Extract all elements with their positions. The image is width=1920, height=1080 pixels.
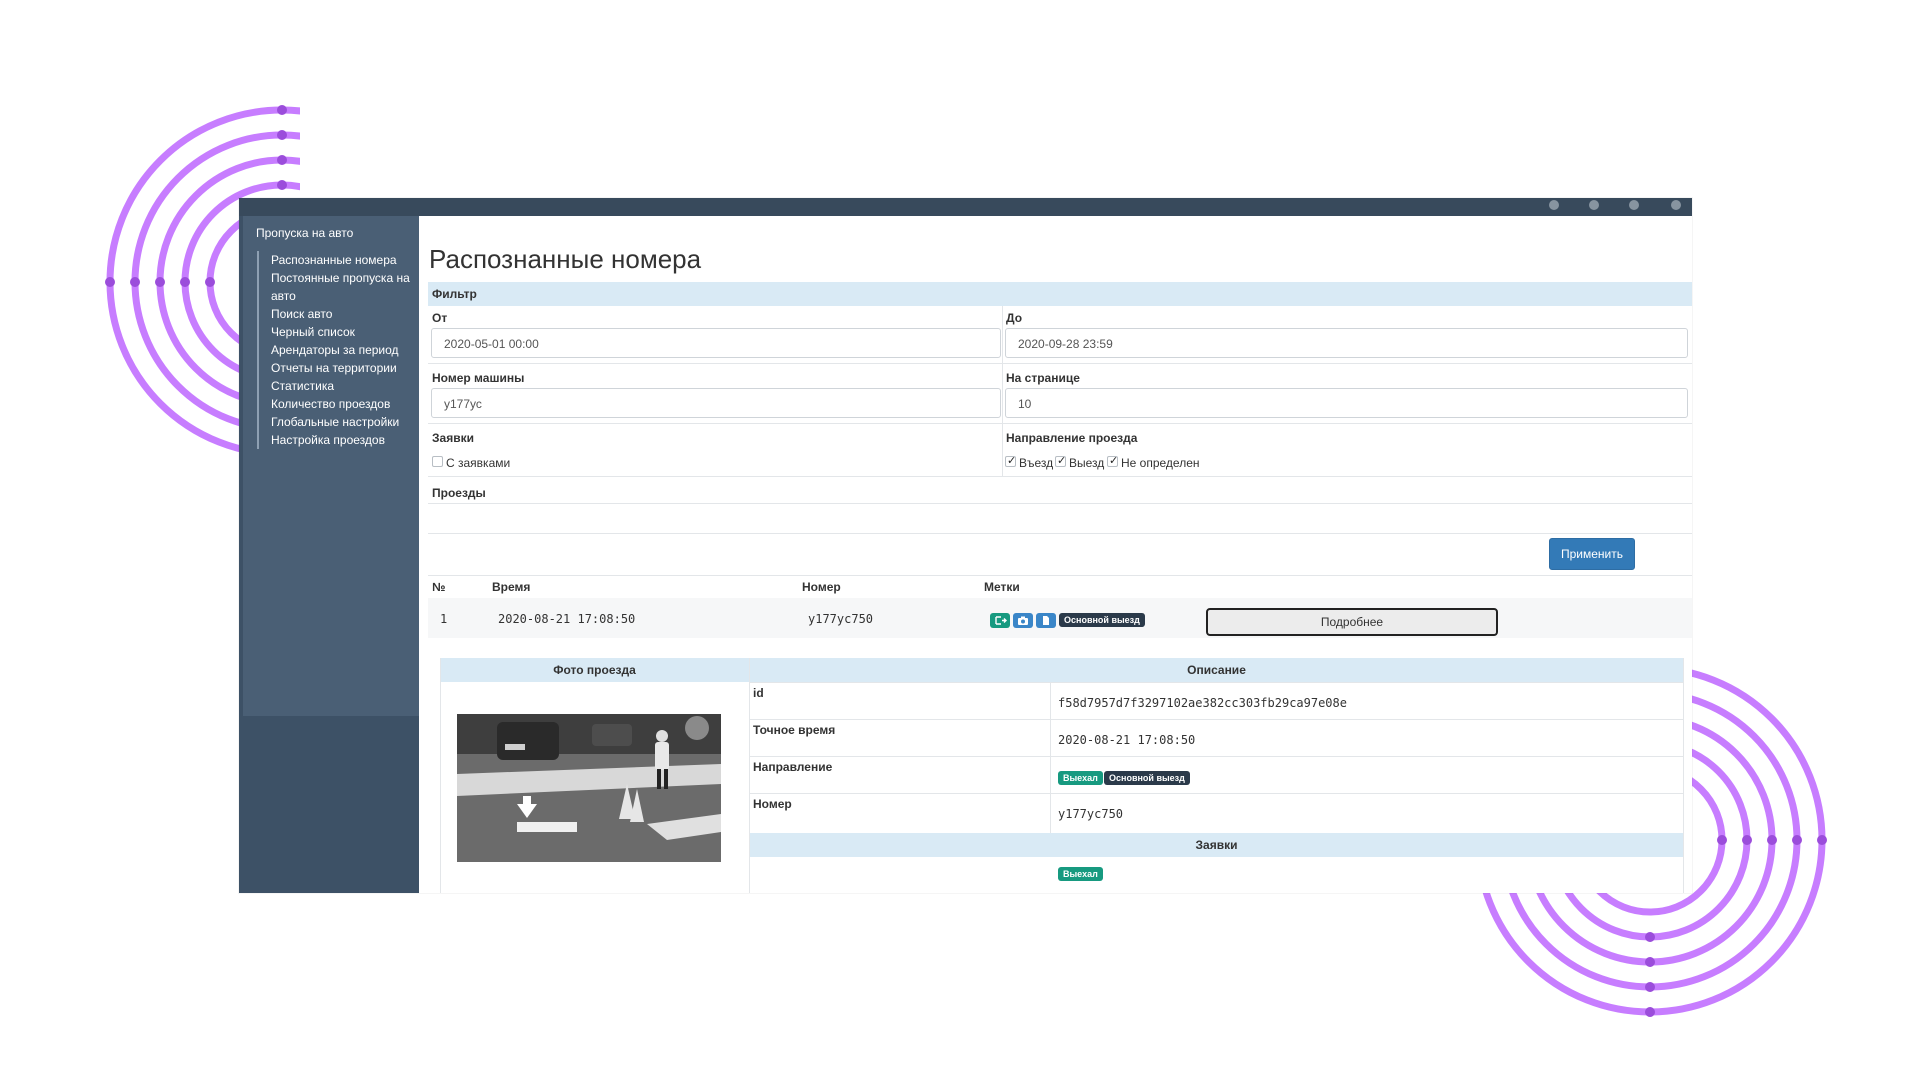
requests-label: Заявки (432, 431, 474, 445)
exit-icon (990, 613, 1010, 628)
sidebar-title[interactable]: Пропуска на авто (256, 226, 353, 240)
detail-key-direction: Направление (753, 760, 833, 774)
column-header-time: Время (492, 580, 531, 594)
photo-column-header: Фото проезда (440, 658, 749, 682)
divider (428, 423, 1692, 424)
to-label: До (1006, 311, 1023, 325)
main-exit-badge: Основной выезд (1059, 613, 1145, 627)
from-date-input[interactable]: 2020-05-01 00:00 (431, 328, 1001, 358)
top-navbar (239, 198, 1692, 216)
divider (440, 658, 441, 893)
detail-key-id: id (753, 686, 764, 700)
bell-icon[interactable] (1549, 200, 1559, 210)
sidebar-panel: Пропуска на авто Распознанные номера Пос… (243, 216, 419, 716)
plate-input[interactable]: у177ус (431, 388, 1001, 418)
plate-label: Номер машины (432, 371, 525, 385)
undefined-direction-label: Не определен (1121, 456, 1200, 470)
app-window: Пропуска на авто Распознанные номера Пос… (239, 198, 1692, 893)
divider (750, 793, 1683, 794)
column-header-tags: Метки (984, 580, 1020, 594)
detail-key-plate: Номер (753, 797, 792, 811)
divider (750, 719, 1683, 720)
main-content: Распознанные номера Фильтр От 2020-05-01… (419, 216, 1692, 893)
page-title: Распознанные номера (429, 244, 702, 274)
exit-checkbox[interactable] (1055, 454, 1066, 467)
row-time: 2020-08-21 17:08:50 (498, 612, 636, 626)
with-requests-label: С заявками (446, 456, 511, 470)
power-icon[interactable] (1671, 200, 1681, 210)
entry-checkbox[interactable] (1005, 454, 1016, 467)
divider (1002, 306, 1003, 476)
settings-icon[interactable] (1629, 200, 1639, 210)
exit-label: Выезд (1069, 456, 1105, 470)
divider (750, 682, 1683, 683)
from-label: От (432, 311, 448, 325)
divider (1050, 682, 1051, 857)
direction-label: Направление проезда (1006, 431, 1138, 445)
apply-button[interactable]: Применить (1549, 538, 1635, 570)
sidebar: Пропуска на авто Распознанные номера Пос… (239, 216, 419, 893)
divider (750, 756, 1683, 757)
requests-exited-badge: Выехал (1058, 867, 1103, 881)
requests-section-header: Заявки (750, 833, 1683, 857)
description-column-header: Описание (750, 658, 1683, 682)
detail-value-plate: у177ус750 (1058, 807, 1124, 821)
divider (749, 658, 750, 893)
direction-main-exit-badge: Основной выезд (1104, 771, 1190, 785)
divider (428, 363, 1692, 364)
direction-exited-badge: Выехал (1058, 771, 1103, 785)
sidebar-item-car-search[interactable]: Поиск авто (271, 305, 421, 323)
column-header-plate: Номер (802, 580, 841, 594)
detail-value-id: f58d7957d7f3297102ae382cc303fb29ca97e08e (1058, 696, 1347, 710)
row-plate: у177ус750 (808, 612, 874, 626)
divider (428, 533, 1692, 534)
sidebar-item-permanent-passes[interactable]: Постоянные пропуска на авто (271, 269, 421, 305)
detail-value-exact-time: 2020-08-21 17:08:50 (1058, 733, 1196, 747)
divider (428, 476, 1692, 477)
stage: Пропуска на авто Распознанные номера Пос… (0, 0, 1920, 1080)
undefined-direction-checkbox[interactable] (1107, 454, 1118, 467)
sidebar-item-pass-count[interactable]: Количество проездов (271, 395, 421, 413)
divider (428, 575, 1692, 576)
sidebar-item-pass-settings[interactable]: Настройка проездов (271, 431, 421, 449)
row-num: 1 (440, 612, 448, 626)
sidebar-item-global-settings[interactable]: Глобальные настройки (271, 413, 421, 431)
divider (428, 503, 1692, 504)
sidebar-item-territory-reports[interactable]: Отчеты на территории (271, 359, 421, 377)
entry-label: Въезд (1019, 456, 1054, 470)
sidebar-item-blacklist[interactable]: Черный список (271, 323, 421, 341)
user-icon[interactable] (1589, 200, 1599, 210)
details-button[interactable]: Подробнее (1206, 608, 1498, 636)
detail-key-exact-time: Точное время (753, 723, 836, 737)
vehicle-photo[interactable] (457, 714, 721, 862)
per-page-label: На странице (1006, 371, 1080, 385)
sidebar-item-recognized-plates[interactable]: Распознанные номера (271, 251, 421, 269)
passes-label: Проезды (432, 486, 486, 500)
sidebar-item-statistics[interactable]: Статистика (271, 377, 421, 395)
camera-icon (1013, 613, 1033, 628)
document-icon (1036, 613, 1056, 628)
divider (1683, 658, 1684, 893)
with-requests-checkbox[interactable] (432, 456, 443, 467)
sidebar-menu: Распознанные номера Постоянные пропуска … (257, 251, 421, 449)
per-page-input[interactable]: 10 (1005, 388, 1688, 418)
filter-header-label: Фильтр (432, 287, 477, 301)
to-date-input[interactable]: 2020-09-28 23:59 (1005, 328, 1688, 358)
column-header-num: № (432, 580, 446, 594)
filter-header: Фильтр (428, 282, 1692, 306)
sidebar-item-tenants-period[interactable]: Арендаторы за период (271, 341, 421, 359)
